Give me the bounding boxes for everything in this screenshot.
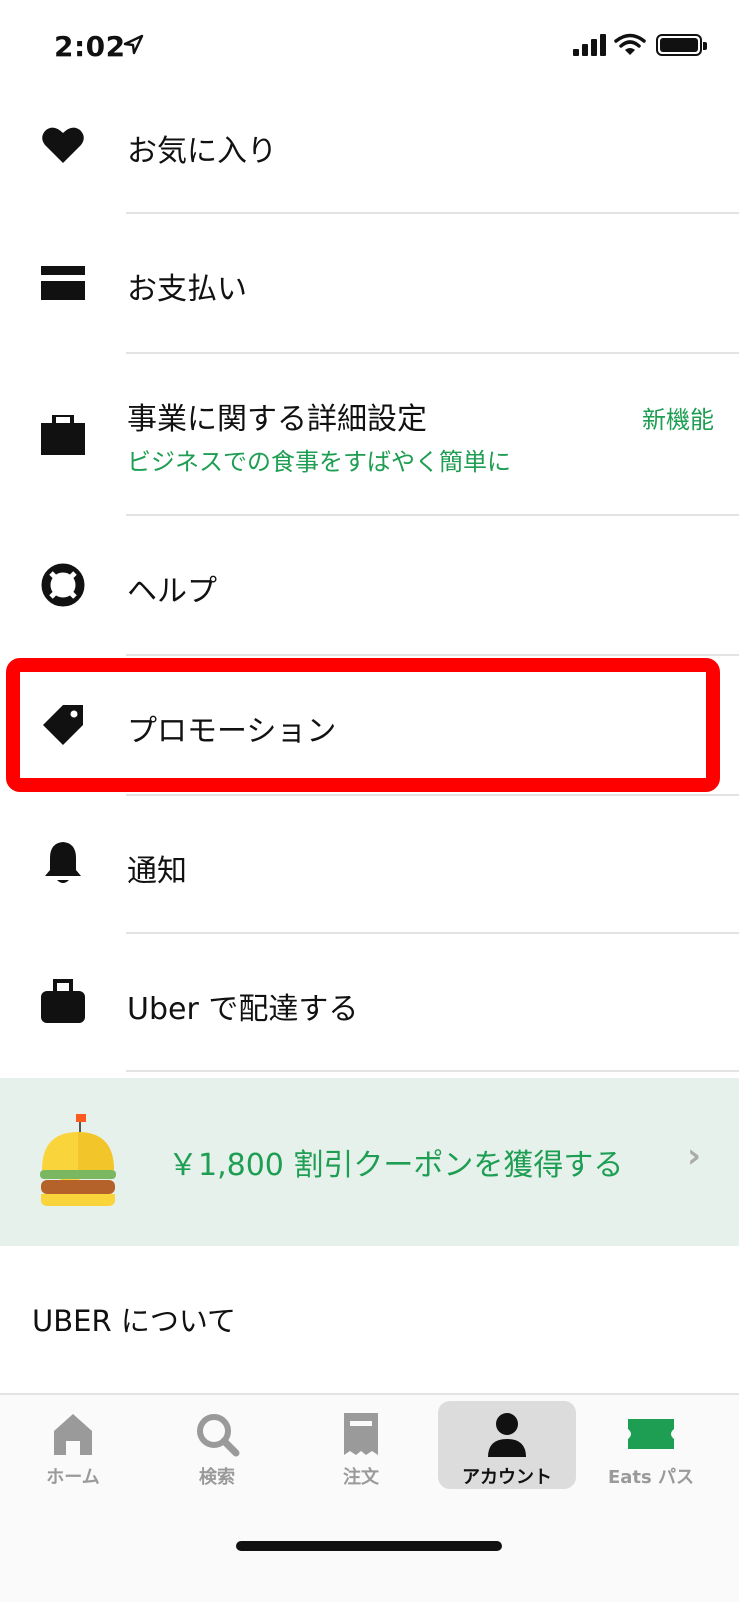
- about-uber-link[interactable]: UBER について: [32, 1298, 236, 1340]
- heart-icon: [40, 122, 86, 168]
- menu-item-label: お気に入り: [127, 134, 277, 169]
- menu-item-label: ヘルプ: [127, 574, 217, 609]
- home-indicator[interactable]: [236, 1541, 502, 1551]
- highlight-annotation-box: [6, 658, 720, 792]
- briefcase-icon: [40, 412, 86, 458]
- menu-item-business-settings[interactable]: 事業に関する詳細設定 新機能 ビジネスでの食事をすばやく簡単に: [0, 354, 739, 514]
- bell-icon: [40, 840, 86, 886]
- menu-item-help[interactable]: ヘルプ: [0, 516, 739, 654]
- menu-item-label: 事業に関する詳細設定: [127, 402, 427, 437]
- home-icon: [54, 1414, 92, 1455]
- tab-orders[interactable]: 注文: [292, 1395, 430, 1488]
- person-icon: [488, 1413, 526, 1457]
- ticket-icon: [628, 1419, 674, 1449]
- tab-label: 注文: [343, 1467, 379, 1488]
- status-time: 2:02: [54, 30, 126, 63]
- cellular-signal-icon: [573, 34, 606, 56]
- wifi-icon: [614, 33, 646, 55]
- menu-item-deliver-with-uber[interactable]: Uber で配達する: [0, 934, 739, 1072]
- delivery-bag-icon: [40, 978, 86, 1024]
- tab-account[interactable]: アカウント: [438, 1401, 576, 1489]
- bottom-tab-bar: ホーム 検索 注文 アカウント Eats パス: [0, 1393, 739, 1602]
- credit-card-icon: [40, 260, 86, 306]
- promo-text: ￥1,800 割引クーポンを獲得する: [168, 1148, 624, 1183]
- tab-eats-pass[interactable]: Eats パス: [582, 1395, 720, 1488]
- divider: [126, 1070, 739, 1072]
- menu-item-subtitle: ビジネスでの食事をすばやく簡単に: [127, 448, 511, 476]
- chevron-right-icon: ›: [686, 1136, 701, 1176]
- search-icon: [197, 1414, 240, 1457]
- location-arrow-icon: [123, 34, 144, 55]
- menu-item-label: 通知: [127, 854, 187, 889]
- receipt-icon: [344, 1413, 378, 1455]
- referral-promo-banner[interactable]: ￥1,800 割引クーポンを獲得する ›: [0, 1078, 739, 1246]
- menu-item-notifications[interactable]: 通知: [0, 796, 739, 934]
- menu-item-label: Uber で配達する: [127, 992, 359, 1027]
- status-bar: 2:02: [0, 0, 739, 90]
- tab-label: アカウント: [462, 1467, 552, 1488]
- menu-item-label: お支払い: [127, 272, 247, 307]
- battery-icon: [656, 34, 707, 56]
- lifebuoy-icon: [40, 562, 86, 608]
- tab-home[interactable]: ホーム: [4, 1395, 142, 1488]
- tab-label: ホーム: [46, 1467, 100, 1488]
- burger-illustration-icon: [40, 1114, 116, 1206]
- tab-label: 検索: [199, 1467, 235, 1488]
- new-feature-badge: 新機能: [642, 406, 714, 434]
- tab-label: Eats パス: [607, 1467, 695, 1488]
- menu-item-favorites[interactable]: お気に入り: [0, 96, 739, 212]
- menu-item-payment[interactable]: お支払い: [0, 214, 739, 352]
- tab-search[interactable]: 検索: [148, 1395, 286, 1488]
